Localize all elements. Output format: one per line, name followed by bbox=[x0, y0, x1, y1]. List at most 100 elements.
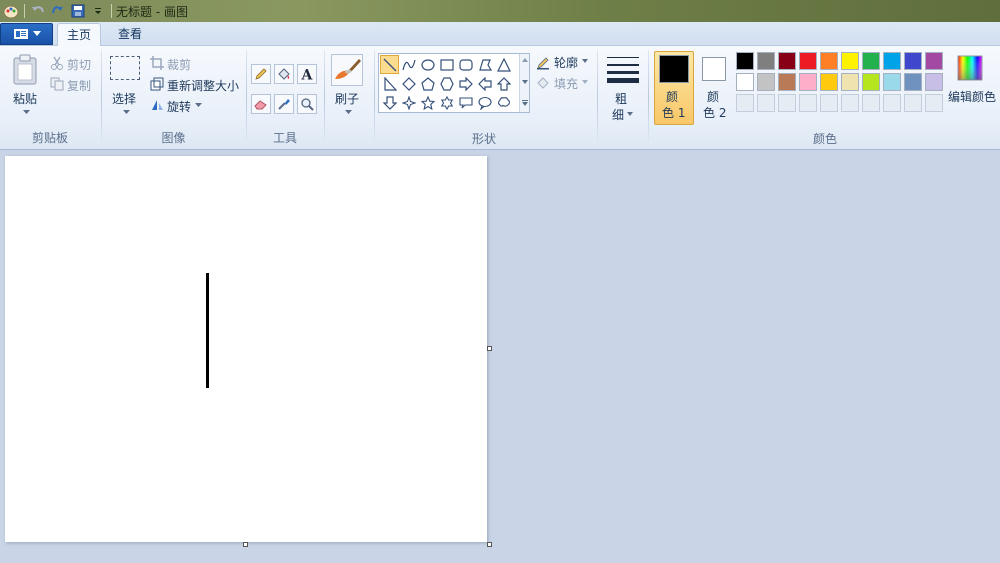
shape-rectangle[interactable] bbox=[437, 55, 456, 74]
shape-rectangular-callout[interactable] bbox=[456, 93, 475, 112]
outline-dropdown-icon[interactable] bbox=[582, 59, 588, 63]
text-tool[interactable]: A bbox=[297, 64, 317, 84]
size-dropdown-icon[interactable] bbox=[627, 112, 633, 116]
shape-cloud-callout[interactable] bbox=[494, 93, 513, 112]
gallery-expand-icon[interactable] bbox=[522, 100, 528, 106]
palette-swatch[interactable] bbox=[736, 73, 754, 91]
resize-button[interactable]: 重新调整大小 bbox=[167, 77, 239, 94]
palette-swatch[interactable] bbox=[925, 73, 943, 91]
paste-label: 粘贴 bbox=[13, 92, 38, 106]
paste-dropdown-icon[interactable] bbox=[23, 110, 30, 115]
crop-button[interactable]: 裁剪 bbox=[167, 56, 191, 73]
palette-swatch[interactable] bbox=[799, 52, 817, 70]
brushes-dropdown-icon[interactable] bbox=[345, 110, 352, 115]
palette-custom-slot[interactable] bbox=[799, 94, 817, 112]
shape-right-triangle[interactable] bbox=[380, 74, 399, 93]
resize-handle-corner[interactable] bbox=[487, 542, 492, 547]
qat-dropdown-icon[interactable] bbox=[89, 2, 107, 20]
tab-home[interactable]: 主页 bbox=[57, 23, 101, 46]
palette-custom-slot[interactable] bbox=[757, 94, 775, 112]
palette-custom-slot[interactable] bbox=[820, 94, 838, 112]
palette-swatch[interactable] bbox=[757, 73, 775, 91]
resize-handle-bottom[interactable] bbox=[243, 542, 248, 547]
text-a-icon: A bbox=[301, 68, 314, 82]
shape-pentagon[interactable] bbox=[418, 74, 437, 93]
color-picker-tool[interactable] bbox=[274, 94, 294, 114]
magnifier-tool[interactable] bbox=[297, 94, 317, 114]
scissors-icon bbox=[51, 56, 63, 70]
palette-custom-slot[interactable] bbox=[862, 94, 880, 112]
select-dropdown-icon[interactable] bbox=[123, 110, 130, 115]
shape-oval[interactable] bbox=[418, 55, 437, 74]
shape-line[interactable] bbox=[380, 55, 399, 74]
eraser-tool[interactable] bbox=[251, 94, 271, 114]
rotate-dropdown-icon[interactable] bbox=[195, 103, 202, 108]
palette-custom-slot[interactable] bbox=[736, 94, 754, 112]
canvas-workspace[interactable] bbox=[0, 151, 1000, 563]
redo-icon[interactable] bbox=[49, 2, 67, 20]
paint-app-icon[interactable] bbox=[2, 2, 20, 20]
fill-dropdown-icon[interactable] bbox=[582, 80, 588, 84]
palette-swatch[interactable] bbox=[883, 73, 901, 91]
shape-hexagon[interactable] bbox=[437, 74, 456, 93]
palette-swatch[interactable] bbox=[778, 52, 796, 70]
copy-button[interactable]: 复制 bbox=[67, 77, 91, 94]
rounded-rectangle-icon bbox=[458, 58, 473, 71]
shape-six-point-star[interactable] bbox=[437, 93, 456, 112]
rotate-icon bbox=[152, 100, 163, 110]
shape-right-arrow[interactable] bbox=[456, 74, 475, 93]
fill-bucket-tool[interactable] bbox=[274, 64, 294, 84]
shape-rounded-rectangle[interactable] bbox=[456, 55, 475, 74]
app-menu-button[interactable] bbox=[0, 23, 53, 45]
palette-swatch[interactable] bbox=[757, 52, 775, 70]
outline-button[interactable]: 轮廓 bbox=[554, 54, 578, 71]
palette-custom-slot[interactable] bbox=[904, 94, 922, 112]
undo-icon[interactable] bbox=[29, 2, 47, 20]
palette-swatch[interactable] bbox=[862, 73, 880, 91]
palette-swatch[interactable] bbox=[736, 52, 754, 70]
cut-button[interactable]: 剪切 bbox=[67, 56, 91, 73]
palette-custom-slot[interactable] bbox=[778, 94, 796, 112]
save-icon[interactable] bbox=[69, 2, 87, 20]
shape-triangle[interactable] bbox=[494, 55, 513, 74]
palette-swatch[interactable] bbox=[841, 52, 859, 70]
palette-swatch[interactable] bbox=[904, 73, 922, 91]
palette-swatch[interactable] bbox=[925, 52, 943, 70]
palette-swatch[interactable] bbox=[904, 52, 922, 70]
palette-custom-slot[interactable] bbox=[883, 94, 901, 112]
resize-handle-right[interactable] bbox=[487, 346, 492, 351]
palette-custom-slot[interactable] bbox=[925, 94, 943, 112]
pencil-tool[interactable] bbox=[251, 64, 271, 84]
fill-button[interactable]: 填充 bbox=[554, 75, 578, 92]
shape-up-arrow[interactable] bbox=[494, 74, 513, 93]
shape-down-arrow[interactable] bbox=[380, 93, 399, 112]
shape-diamond[interactable] bbox=[399, 74, 418, 93]
palette-swatch[interactable] bbox=[841, 73, 859, 91]
palette-custom-slot[interactable] bbox=[841, 94, 859, 112]
palette-swatch[interactable] bbox=[820, 52, 838, 70]
shape-curve[interactable] bbox=[399, 55, 418, 74]
shape-left-arrow[interactable] bbox=[475, 74, 494, 93]
rotate-button[interactable]: 旋转 bbox=[167, 98, 191, 115]
tab-view[interactable]: 查看 bbox=[108, 23, 152, 46]
gallery-down-icon[interactable] bbox=[522, 80, 528, 84]
drawing-canvas[interactable] bbox=[5, 156, 487, 542]
shape-polygon[interactable] bbox=[475, 55, 494, 74]
palette-swatch[interactable] bbox=[799, 73, 817, 91]
size-button[interactable] bbox=[606, 54, 640, 86]
brushes-button[interactable] bbox=[331, 54, 363, 86]
clipboard-group: 粘贴 剪切 复制 剪贴板 bbox=[0, 48, 100, 148]
palette-swatch[interactable] bbox=[820, 73, 838, 91]
shape-five-point-star[interactable] bbox=[418, 93, 437, 112]
colors-group-label: 颜色 bbox=[813, 132, 838, 146]
palette-swatch[interactable] bbox=[883, 52, 901, 70]
paste-button[interactable] bbox=[12, 54, 40, 89]
select-button[interactable] bbox=[110, 56, 140, 80]
edit-colors-button[interactable] bbox=[956, 54, 986, 84]
shape-oval-callout[interactable] bbox=[475, 93, 494, 112]
palette-swatch[interactable] bbox=[862, 52, 880, 70]
gallery-up-icon[interactable] bbox=[522, 58, 528, 62]
shapes-gallery-scroll[interactable] bbox=[519, 54, 529, 112]
shape-four-point-star[interactable] bbox=[399, 93, 418, 112]
palette-swatch[interactable] bbox=[778, 73, 796, 91]
